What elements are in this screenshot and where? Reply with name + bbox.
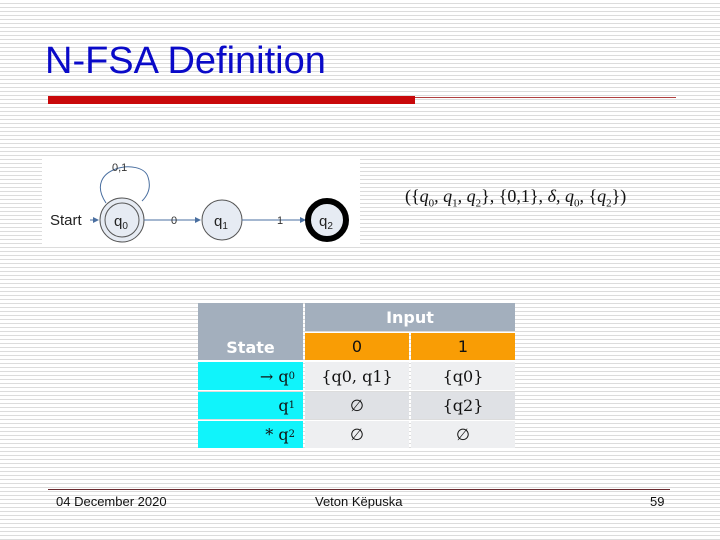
footer-page-number: 59	[650, 494, 665, 509]
row-state-q1: q1	[198, 392, 303, 419]
footer-rule	[48, 489, 670, 490]
cell-q1-0: ∅	[305, 392, 409, 419]
footer-author: Veton Këpuska	[315, 494, 403, 509]
cell-q2-1: ∅	[411, 421, 515, 448]
edge-q0-q1-label: 0	[171, 215, 177, 227]
nfsa-state-diagram: Start 0,1 q0 0 q1 1 q2	[42, 157, 360, 245]
row-state-q0: → q0	[198, 362, 303, 390]
cell-q1-1: {q2}	[411, 392, 515, 419]
state-header: State	[198, 303, 303, 360]
edge-q1-q2-label: 1	[277, 215, 283, 227]
cell-q0-0: {q0, q1}	[305, 362, 409, 390]
loop-label: 0,1	[112, 162, 127, 174]
footer-date: 04 December 2020	[56, 494, 167, 509]
cell-q2-0: ∅	[305, 421, 409, 448]
start-label: Start	[50, 212, 83, 229]
input-header: Input	[305, 303, 515, 331]
slide-title: N-FSA Definition	[45, 40, 326, 82]
row-state-q2: * q2	[198, 421, 303, 448]
title-rule	[415, 97, 676, 98]
input-0-header: 0	[305, 333, 409, 360]
input-1-header: 1	[411, 333, 515, 360]
title-accent-bar	[48, 96, 415, 104]
state-header-text: State	[226, 338, 275, 357]
cell-q0-1: {q0}	[411, 362, 515, 390]
nfsa-tuple: ({q0, q1, q2}, {0,1}, δ, q0, {q2})	[405, 186, 627, 210]
